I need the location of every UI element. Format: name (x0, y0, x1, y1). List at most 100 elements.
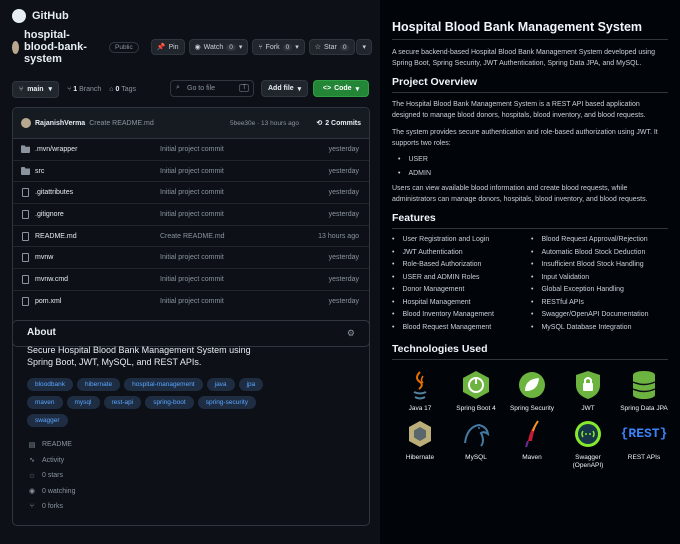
role-item: USER (398, 156, 668, 163)
watching-link[interactable]: ◉ 0 watching (27, 484, 355, 500)
add-file-button[interactable]: Add file ▾ (261, 80, 309, 97)
file-name[interactable]: README.md (35, 233, 77, 240)
file-row[interactable]: .gitignore Initial project commit yesterda… (13, 204, 369, 226)
file-row[interactable]: .mvn/wrapper Initial project commit yester… (13, 139, 369, 161)
technology-label: Hibernate (405, 453, 435, 461)
repo-name[interactable]: hospital-blood-bank-system (24, 29, 103, 65)
commits-link[interactable]: ⟲ 2 Commits (316, 119, 361, 127)
pin-button[interactable]: 📌 Pin (150, 39, 185, 55)
file-commit-message[interactable]: Initial project commit (160, 211, 224, 218)
topic-tag[interactable]: bloodbank (27, 378, 73, 391)
star-button[interactable]: ☆ Star 0 (308, 39, 356, 55)
technology-label: Swagger (OpenAPI) (572, 453, 604, 469)
file-row[interactable]: README.md Create README.md 13 hours ago (13, 226, 369, 248)
topic-tag[interactable]: maven (27, 396, 63, 409)
watch-button[interactable]: ◉ Watch 0 ▾ (188, 39, 249, 55)
file-row[interactable]: pom.xml Initial project commit yesterday (13, 291, 369, 313)
file-date: yesterday (328, 189, 359, 197)
chevron-down-icon: ▾ (295, 44, 299, 51)
branch-bar: ⑂ main ▾ ⑂ 1 Branch ⌂ 0 Tags ⌕ Go to file … (12, 80, 372, 98)
file-name[interactable]: src (35, 168, 44, 175)
file-icon (22, 209, 29, 219)
add-file-label: Add file (268, 85, 294, 92)
technology-item: JWT (560, 370, 616, 413)
forks-link[interactable]: ⑂ 0 forks (27, 499, 355, 515)
feature-item: USER and ADMIN Roles (392, 274, 531, 281)
topic-tag[interactable]: jpa (238, 378, 264, 391)
topic-tag[interactable]: hospital-management (124, 378, 203, 391)
topic-tag[interactable]: rest-api (103, 396, 142, 409)
stars-link[interactable]: ☆ 0 stars (27, 468, 355, 484)
topic-tag[interactable]: hibernate (77, 378, 121, 391)
technology-item: Hibernate (392, 419, 448, 470)
code-button[interactable]: <> Code ▾ (313, 80, 369, 97)
file-commit-message[interactable]: Initial project commit (160, 168, 224, 175)
overview-paragraph-2: The system provides secure authenticatio… (392, 129, 658, 147)
file-date: yesterday (328, 210, 359, 218)
file-row[interactable]: mvnw Initial project commit yesterday (13, 247, 369, 270)
file-name[interactable]: .gitignore (35, 211, 64, 218)
commit-hash-time[interactable]: 5bee30e · 13 hours ago (230, 120, 299, 127)
pulse-icon: ∿ (29, 457, 35, 465)
fork-icon: ⑂ (29, 503, 35, 511)
spring-security-icon (516, 370, 548, 400)
file-commit-message[interactable]: Create README.md (160, 233, 225, 240)
technology-label: Spring Data JPA (620, 404, 668, 412)
features-heading: Features (392, 212, 668, 229)
branches-count: 1 (73, 85, 78, 93)
file-row[interactable]: mvnw.cmd Initial project commit yesterday (13, 269, 369, 291)
chevron-down-icon: ▾ (48, 86, 53, 93)
topic-tag[interactable]: java (206, 378, 235, 391)
file-commit-message[interactable]: Initial project commit (160, 254, 224, 261)
brand-label[interactable]: GitHub (32, 10, 69, 22)
commit-message[interactable]: Create README.md (89, 120, 154, 127)
fork-button[interactable]: ⑂ Fork 0 ▾ (252, 39, 305, 55)
file-row[interactable]: .gitattributes Initial project commit yest… (13, 182, 369, 205)
technology-item: Swagger (OpenAPI) (560, 419, 616, 470)
file-commit-message[interactable]: Initial project commit (160, 189, 224, 196)
owner-avatar[interactable] (12, 40, 19, 54)
file-name[interactable]: .gitattributes (35, 189, 73, 196)
topic-tag[interactable]: swagger (27, 414, 68, 427)
about-title: About (27, 327, 56, 338)
branch-selector[interactable]: ⑂ main ▾ (12, 80, 60, 98)
star-list-dropdown[interactable]: ▾ (356, 39, 372, 55)
fork-label: Fork (265, 43, 280, 51)
technology-item: Spring Security (504, 370, 560, 413)
folder-icon (21, 167, 30, 176)
topic-tag[interactable]: mysql (66, 396, 100, 409)
folder-icon (21, 145, 30, 154)
overview-paragraph-1: The Hospital Blood Bank Management Syste… (392, 101, 646, 119)
feature-item: Hospital Management (392, 299, 531, 306)
file-commit-message[interactable]: Initial project commit (160, 298, 224, 305)
readme-link[interactable]: ▤ README (27, 437, 355, 453)
commit-author[interactable]: RajanishVerma (35, 120, 85, 127)
database-icon (628, 370, 660, 400)
file-name[interactable]: mvnw.cmd (35, 276, 68, 283)
rest-icon: {REST} (621, 419, 668, 449)
technologies-grid: Java 17 Spring Boot 4 Spring Security JWT Sp… (392, 370, 668, 470)
jwt-icon (572, 370, 604, 400)
file-name[interactable]: mvnw (35, 254, 53, 261)
author-avatar[interactable] (21, 118, 31, 128)
gear-icon[interactable]: ⚙ (347, 328, 355, 339)
tags-link[interactable]: ⌂ 0 Tags (109, 86, 136, 93)
fork-count: 0 (282, 43, 293, 51)
file-commit-message[interactable]: Initial project commit (160, 276, 224, 283)
watch-count: 0 (226, 43, 236, 51)
go-to-file-input[interactable]: ⌕ Go to file T (170, 80, 254, 97)
topic-tag[interactable]: spring-security (197, 396, 256, 409)
activity-link[interactable]: ∿ Activity (27, 453, 355, 469)
file-commit-message[interactable]: Initial project commit (160, 146, 224, 153)
technology-item: Spring Boot 4 (448, 370, 504, 413)
file-date: yesterday (328, 145, 359, 153)
file-name[interactable]: pom.xml (35, 298, 61, 305)
file-name[interactable]: .mvn/wrapper (35, 146, 77, 153)
feature-item: Global Exception Handling (531, 286, 671, 293)
branches-link[interactable]: ⑂ 1 Branch (67, 86, 101, 93)
repo-main: hospital-blood-bank-system Public 📌 Pin ◉… (12, 29, 372, 526)
branches-label: Branch (79, 85, 102, 93)
file-row[interactable]: src Initial project commit yesterday (13, 161, 369, 183)
topic-tag[interactable]: spring-boot (145, 396, 194, 409)
github-logo-icon[interactable] (12, 9, 26, 23)
